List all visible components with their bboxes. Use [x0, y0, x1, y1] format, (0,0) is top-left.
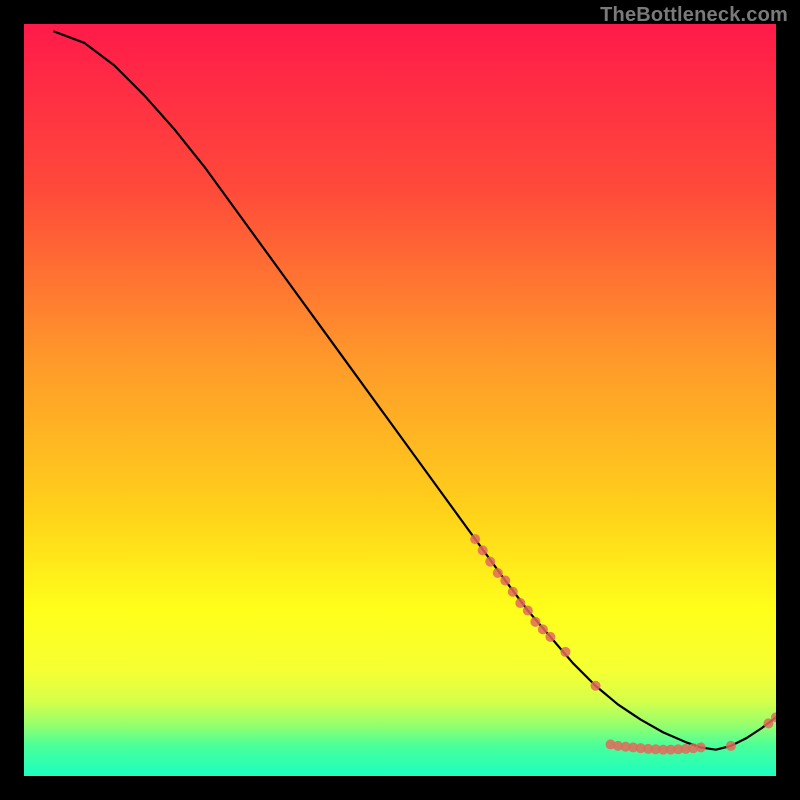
scatter-point: [530, 617, 540, 627]
scatter-point: [726, 741, 736, 751]
scatter-point: [515, 598, 525, 608]
plot-svg: [24, 24, 776, 776]
scatter-point: [485, 557, 495, 567]
chart-stage: TheBottleneck.com: [0, 0, 800, 800]
watermark-label: TheBottleneck.com: [600, 4, 788, 27]
scatter-point: [478, 545, 488, 555]
scatter-point: [500, 575, 510, 585]
scatter-point: [545, 632, 555, 642]
scatter-point: [538, 624, 548, 634]
plot-frame: [24, 24, 776, 776]
scatter-point: [493, 568, 503, 578]
scatter-point: [470, 534, 480, 544]
scatter-point: [508, 587, 518, 597]
background-gradient: [24, 24, 776, 776]
scatter-point: [523, 606, 533, 616]
scatter-point: [560, 647, 570, 657]
scatter-point: [591, 681, 601, 691]
scatter-point: [696, 742, 706, 752]
